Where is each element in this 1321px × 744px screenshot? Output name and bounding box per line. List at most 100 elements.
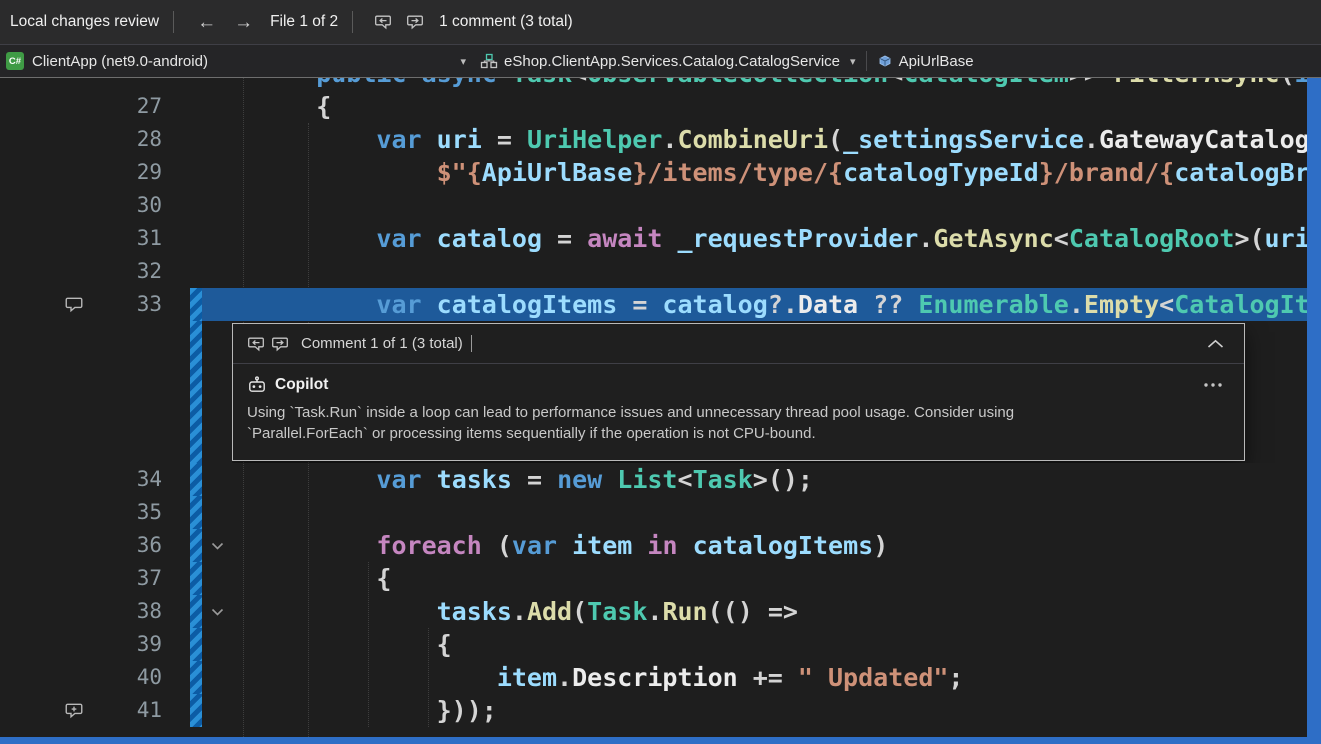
- code-line[interactable]: var catalogItems = catalog?.Data ?? Enum…: [232, 288, 1307, 321]
- fold-chevron-icon[interactable]: [202, 595, 232, 628]
- code-line[interactable]: var uri = UriHelper.CombineUri(_settings…: [232, 123, 1307, 156]
- change-gutter: [190, 255, 202, 288]
- fold-gutter: [202, 694, 232, 727]
- line-number: 40: [100, 661, 162, 694]
- changed-lines-indicator: [190, 496, 202, 529]
- gutter-margin: [0, 156, 100, 189]
- next-comment-icon[interactable]: [406, 14, 424, 30]
- project-name: ClientApp (net9.0-android): [32, 53, 208, 70]
- desktop-background: [0, 737, 1321, 744]
- code-line[interactable]: item.Description += " Updated";: [232, 661, 1307, 694]
- fold-gutter: [202, 90, 232, 123]
- code-row: 40 item.Description += " Updated";: [0, 661, 1307, 694]
- fold-chevron-icon[interactable]: [202, 529, 232, 562]
- gutter-margin: [0, 562, 100, 595]
- changed-lines-indicator: [190, 529, 202, 562]
- code-line[interactable]: public async Task<ObservableCollection<C…: [232, 78, 1307, 90]
- line-number: 38: [100, 595, 162, 628]
- code-row: 36 foreach (var item in catalogItems): [0, 529, 1307, 562]
- code-editor: public async Task<ObservableCollection<C…: [0, 78, 1307, 737]
- code-line[interactable]: {: [232, 90, 1307, 123]
- code-row: 41 }));: [0, 694, 1307, 727]
- back-arrow-button[interactable]: ←: [197, 13, 216, 32]
- changed-lines-indicator: [190, 694, 202, 727]
- comment-counter: 1 comment (3 total): [439, 13, 573, 31]
- line-number: 33: [100, 288, 162, 321]
- collapse-chevron-icon[interactable]: [1207, 339, 1224, 349]
- member-dropdown[interactable]: ApiUrlBase: [899, 53, 974, 70]
- comment-text: Using `Task.Run` inside a loop can lead …: [247, 402, 1092, 444]
- gutter-margin: [0, 628, 100, 661]
- code-line[interactable]: var catalog = await _requestProvider.Get…: [232, 222, 1307, 255]
- text-cursor: [471, 335, 472, 352]
- code-line[interactable]: [232, 255, 1307, 288]
- copilot-icon: [247, 375, 267, 395]
- gutter-margin: [0, 595, 100, 628]
- change-gutter: [190, 156, 202, 189]
- vs-window: Local changes review ← → File 1 of 2 1 c…: [0, 0, 1321, 744]
- previous-comment-icon[interactable]: [374, 14, 392, 30]
- fold-gutter: [202, 321, 232, 463]
- code-row: 28 var uri = UriHelper.CombineUri(_setti…: [0, 123, 1307, 156]
- fold-gutter: [202, 78, 232, 90]
- changed-lines-indicator: [190, 463, 202, 496]
- gutter-margin: [0, 90, 100, 123]
- code-line[interactable]: [232, 496, 1307, 529]
- chevron-down-icon[interactable]: ▾: [850, 55, 856, 68]
- type-dropdown[interactable]: eShop.ClientApp.Services.Catalog.Catalog…: [504, 53, 840, 70]
- fold-gutter: [202, 463, 232, 496]
- line-number: [100, 78, 162, 90]
- code-line[interactable]: [232, 189, 1307, 222]
- comment-popup: Comment 1 of 1 (3 total) Copilot: [232, 323, 1245, 461]
- comment-popup-row: Comment 1 of 1 (3 total) Copilot: [0, 321, 1307, 463]
- gutter-margin: [0, 463, 100, 496]
- code-line[interactable]: var tasks = new List<Task>();: [232, 463, 1307, 496]
- more-options-icon[interactable]: [1203, 382, 1223, 388]
- change-gutter: [190, 90, 202, 123]
- line-number: 30: [100, 189, 162, 222]
- line-number: 29: [100, 156, 162, 189]
- gutter-margin: [0, 529, 100, 562]
- navigation-bar: C# ClientApp (net9.0-android) ▾ eShop.Cl…: [0, 45, 1321, 78]
- changed-lines-indicator: [190, 321, 202, 463]
- add-comment-icon[interactable]: [0, 694, 100, 727]
- changed-lines-indicator: [190, 562, 202, 595]
- code-row: 37 {: [0, 562, 1307, 595]
- code-line[interactable]: }));: [232, 694, 1307, 727]
- code-row: 31 var catalog = await _requestProvider.…: [0, 222, 1307, 255]
- line-number: [100, 321, 162, 463]
- fold-gutter: [202, 661, 232, 694]
- code-row: 27 {: [0, 90, 1307, 123]
- previous-comment-icon[interactable]: [247, 336, 265, 352]
- changed-lines-indicator: [190, 628, 202, 661]
- toolbar-separator: [352, 11, 353, 33]
- code-line[interactable]: Comment 1 of 1 (3 total) Copilot: [232, 321, 1307, 463]
- code-line[interactable]: tasks.Add(Task.Run(() =>: [232, 595, 1307, 628]
- next-comment-icon[interactable]: [271, 336, 289, 352]
- line-number: 31: [100, 222, 162, 255]
- chevron-down-icon[interactable]: ▾: [460, 55, 472, 68]
- code-line[interactable]: {: [232, 628, 1307, 661]
- change-gutter: [190, 123, 202, 156]
- toolbar-separator: [173, 11, 174, 33]
- project-dropdown[interactable]: C# ClientApp (net9.0-android) ▾: [6, 52, 472, 70]
- code-line[interactable]: {: [232, 562, 1307, 595]
- gutter-margin: [0, 661, 100, 694]
- review-toolbar: Local changes review ← → File 1 of 2 1 c…: [0, 0, 1321, 45]
- line-number: 35: [100, 496, 162, 529]
- gutter-margin: [0, 78, 100, 90]
- fold-gutter: [202, 288, 232, 321]
- code-line[interactable]: $"{ApiUrlBase}/items/type/{catalogTypeId…: [232, 156, 1307, 189]
- code-row: 33 var catalogItems = catalog?.Data ?? E…: [0, 288, 1307, 321]
- code-rows: public async Task<ObservableCollection<C…: [0, 78, 1307, 737]
- file-counter: File 1 of 2: [270, 13, 338, 31]
- code-line[interactable]: foreach (var item in catalogItems): [232, 529, 1307, 562]
- changed-lines-indicator: [190, 661, 202, 694]
- gutter-margin: [0, 321, 100, 463]
- comment-icon[interactable]: [0, 288, 100, 321]
- comment-popup-header: Comment 1 of 1 (3 total): [233, 324, 1244, 364]
- desktop-background: [1307, 78, 1321, 744]
- comment-author: Copilot: [275, 376, 328, 394]
- csharp-project-icon: C#: [6, 52, 24, 70]
- forward-arrow-button[interactable]: →: [234, 13, 253, 32]
